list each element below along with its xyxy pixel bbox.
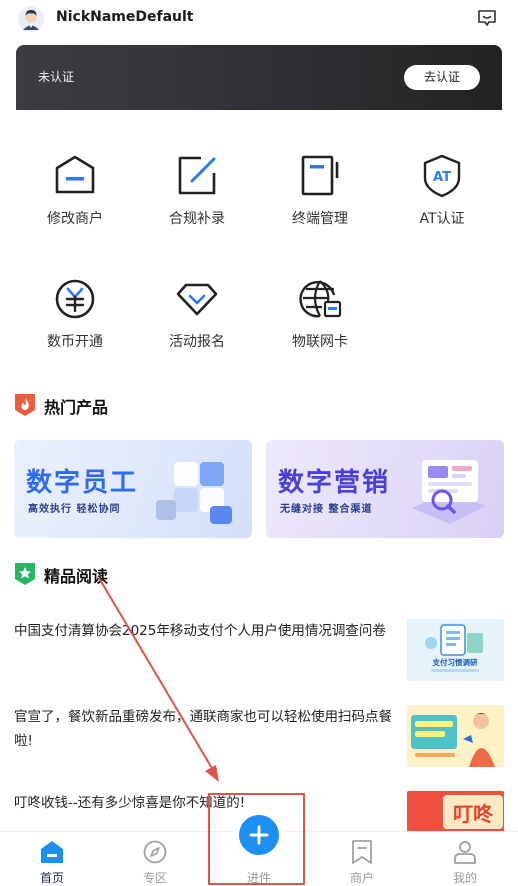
at-shield-icon: AT <box>423 154 461 198</box>
annotation-highlight-box <box>208 793 305 885</box>
product-card-digital-marketing[interactable]: 数字营销 无缝对接 整合渠道 <box>266 440 504 538</box>
message-icon[interactable] <box>476 7 498 29</box>
flame-icon <box>15 394 35 416</box>
digital-currency-icon <box>55 279 95 319</box>
grid-item-iot-card[interactable]: 物联网卡 <box>260 277 380 377</box>
certification-banner: 未认证 去认证 <box>16 45 502 110</box>
grid-item-digital-currency[interactable]: 数币开通 <box>15 277 135 377</box>
article-thumbnail: 支付习惯调研 <box>407 619 504 681</box>
store-edit-icon <box>55 155 95 194</box>
svg-text:AT: AT <box>433 170 451 185</box>
nickname: NickNameDefault <box>56 9 194 25</box>
avatar[interactable] <box>18 6 44 32</box>
edit-box-icon <box>178 156 216 195</box>
tab-zone[interactable]: 专区 <box>115 832 195 886</box>
home-icon <box>41 841 63 863</box>
diamond-icon <box>176 283 218 316</box>
thumbnail-caption: 叮咚 <box>453 802 494 826</box>
grid-item-compliance-supplement[interactable]: 合规补录 <box>137 154 257 254</box>
grid-item-event-signup[interactable]: 活动报名 <box>137 277 257 377</box>
survey-illustration-icon: 支付习惯调研 <box>425 624 483 672</box>
tab-merchant[interactable]: 商户 <box>322 832 402 886</box>
article-item[interactable]: 官宣了，餐饮新品重磅发布，通联商家也可以轻松使用扫码点餐啦! <box>14 705 504 771</box>
globe-card-icon <box>299 280 342 318</box>
cube-illustration-icon <box>156 462 232 524</box>
promo-illustration-icon <box>407 705 504 767</box>
grid-item-terminal-management[interactable]: 终端管理 <box>260 154 380 254</box>
user-icon <box>454 841 476 864</box>
thumbnail-caption: 支付习惯调研 <box>432 657 478 667</box>
go-certify-button[interactable]: 去认证 <box>404 65 480 90</box>
terminal-icon <box>301 155 339 196</box>
star-badge-icon <box>15 563 35 585</box>
dashboard-illustration-icon <box>412 460 486 524</box>
article-item[interactable]: 中国支付清算协会2025年移动支付个人用户使用情况调查问卷 支付习惯调研 <box>14 619 504 685</box>
top-header: NickNameDefault <box>0 0 518 38</box>
tab-profile[interactable]: 我的 <box>425 832 505 886</box>
tab-home[interactable]: 首页 <box>12 832 92 886</box>
product-card-digital-employee[interactable]: 数字员工 高效执行 轻松协同 <box>14 440 252 538</box>
grid-item-at-certification[interactable]: AT AT认证 <box>382 154 502 254</box>
grid-item-modify-merchant[interactable]: 修改商户 <box>15 154 135 254</box>
certification-status: 未认证 <box>38 70 75 84</box>
bookmark-icon <box>352 840 372 864</box>
compass-icon <box>143 840 167 864</box>
article-thumbnail <box>407 705 504 767</box>
